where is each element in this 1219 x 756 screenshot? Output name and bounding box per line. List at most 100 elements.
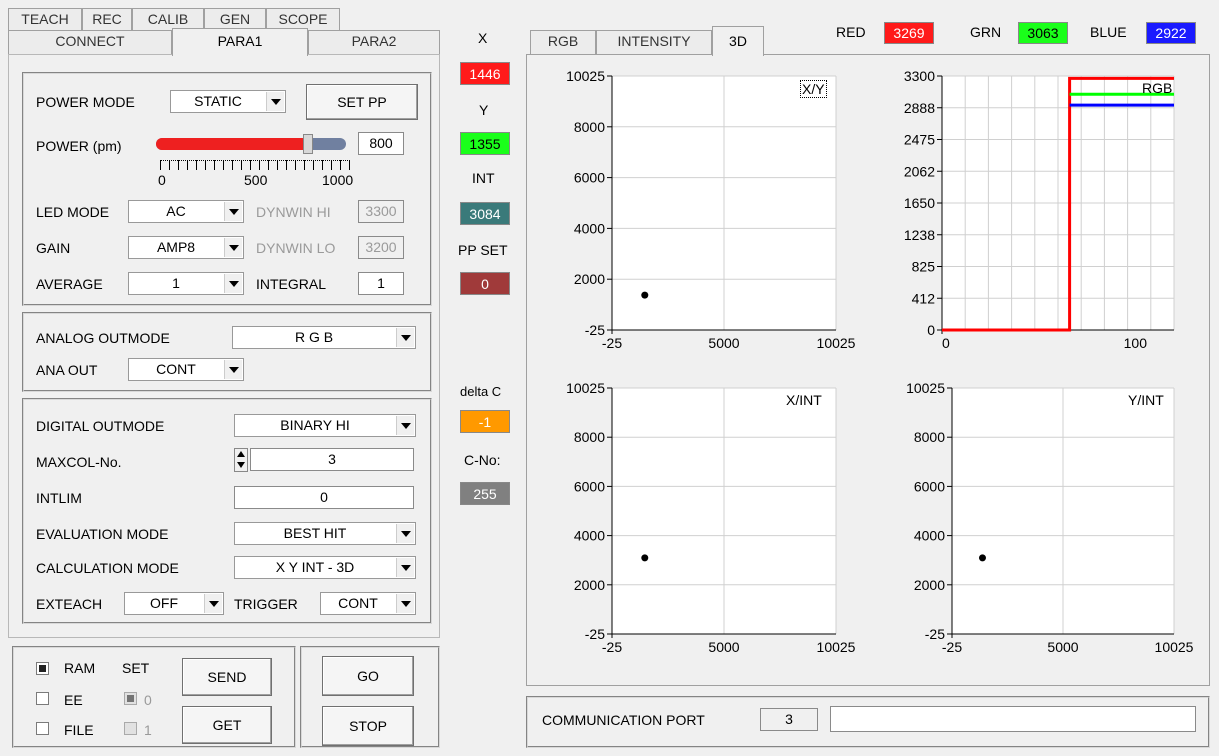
stepper-up-icon[interactable]: [237, 451, 245, 457]
rgb-plot: 3300 2888 2475 2062 1650 1238 825 412 0 0 100: [904, 68, 1175, 351]
tab-rec[interactable]: REC: [82, 8, 132, 30]
y-tick-label: 4000: [914, 528, 945, 544]
comm-status-field: [830, 706, 1196, 732]
set1-label: 1: [144, 722, 152, 738]
stepper-down-icon[interactable]: [237, 462, 245, 468]
y-tick-label: 825: [912, 259, 936, 275]
chevron-down-icon: [396, 594, 414, 613]
intlim-field[interactable]: 0: [234, 486, 414, 509]
intlim-label: INTLIM: [36, 490, 82, 506]
blue-label: BLUE: [1090, 24, 1127, 40]
x-tick-label: 100: [1124, 335, 1148, 351]
ram-checkbox[interactable]: [36, 662, 49, 675]
average-select[interactable]: 1: [128, 272, 244, 295]
led-mode-select[interactable]: AC: [128, 200, 244, 223]
y-tick-label: 8000: [574, 429, 605, 445]
set0-label: 0: [144, 692, 152, 708]
set0-checkbox: [124, 692, 137, 705]
exteach-select[interactable]: OFF: [124, 592, 224, 615]
x-tick-label: -25: [942, 639, 962, 655]
data-point: [978, 554, 986, 562]
analog-outmode-select[interactable]: R G B: [232, 326, 416, 349]
calculation-mode-label: CALCULATION MODE: [36, 560, 179, 576]
y-tick-label: 2475: [904, 132, 935, 148]
stop-button[interactable]: STOP: [322, 706, 414, 746]
yint-plot-title: Y/INT: [1128, 392, 1164, 408]
power-mode-label: POWER MODE: [36, 94, 135, 110]
set-label: SET: [122, 660, 150, 676]
tab-para2[interactable]: PARA2: [308, 30, 440, 54]
evaluation-mode-select[interactable]: BEST HIT: [234, 522, 416, 545]
ana-out-select[interactable]: CONT: [128, 358, 244, 381]
c-no-value: 255: [460, 482, 510, 505]
power-mode-select[interactable]: STATIC: [170, 90, 286, 113]
y-tick-label: 2000: [574, 577, 605, 593]
chevron-down-icon: [266, 92, 284, 111]
slider-tick-label: 1000: [322, 172, 354, 188]
send-button[interactable]: SEND: [182, 658, 272, 696]
tab-teach[interactable]: TEACH: [8, 8, 82, 30]
y-tick-label: 412: [912, 290, 936, 306]
power-label: POWER (pm): [36, 138, 122, 154]
file-label: FILE: [64, 722, 94, 738]
int-label: INT: [472, 170, 495, 186]
get-button[interactable]: GET: [182, 706, 272, 744]
dynwin-lo-field: 3200: [358, 236, 404, 259]
tab-gen[interactable]: GEN: [204, 8, 266, 30]
comm-port-field[interactable]: 3: [760, 708, 818, 731]
calculation-mode-select[interactable]: X Y INT - 3D: [234, 556, 416, 579]
x-tick-label: 5000: [1047, 639, 1078, 655]
dynwin-hi-label: DYNWIN HI: [256, 204, 331, 220]
gain-select[interactable]: AMP8: [128, 236, 244, 259]
set-pp-button[interactable]: SET PP: [306, 84, 418, 120]
tab-calib[interactable]: CALIB: [132, 8, 204, 30]
y-tick-label: 0: [927, 322, 935, 338]
y-tick-label: 8000: [914, 429, 945, 445]
comm-port-label: COMMUNICATION PORT: [542, 712, 705, 728]
x-tick-label: 5000: [708, 639, 739, 655]
c-no-label: C-No:: [464, 452, 501, 468]
chevron-down-icon: [224, 274, 242, 293]
tab-rgb[interactable]: RGB: [530, 30, 596, 54]
integral-field[interactable]: 1: [358, 272, 404, 295]
ee-checkbox[interactable]: [36, 692, 49, 705]
digital-outmode-label: DIGITAL OUTMODE: [36, 418, 165, 434]
tab-scope[interactable]: SCOPE: [266, 8, 340, 30]
y-tick-label: 3300: [904, 68, 935, 84]
ppset-value: 0: [460, 272, 510, 295]
grn-label: GRN: [970, 24, 1002, 40]
tab-connect[interactable]: CONNECT: [8, 30, 172, 54]
ee-label: EE: [64, 692, 83, 708]
dynwin-hi-field: 3300: [358, 200, 404, 223]
chevron-down-icon: [224, 238, 242, 257]
maxcol-field[interactable]: 3: [250, 448, 414, 471]
digital-outmode-select[interactable]: BINARY HI: [234, 414, 416, 437]
x-tick-label: 10025: [1155, 639, 1194, 655]
chevron-down-icon: [396, 328, 414, 347]
plot-svg: 3300 2888 2475 2062 1650 1238 825 412 00 100: [904, 68, 1175, 351]
set1-checkbox: [124, 722, 137, 735]
go-button[interactable]: GO: [322, 656, 414, 696]
rgb-plot-title: RGB: [1142, 80, 1173, 96]
y-label: Y: [479, 102, 489, 118]
trigger-select[interactable]: CONT: [320, 592, 416, 615]
maxcol-stepper[interactable]: [234, 448, 248, 472]
x-tick-label: 5000: [708, 335, 739, 351]
x-label: X: [478, 30, 488, 46]
file-checkbox[interactable]: [36, 722, 49, 735]
analog-outmode-label: ANALOG OUTMODE: [36, 330, 170, 346]
y-tick-label: 10025: [566, 380, 605, 396]
delta-c-label: delta C: [460, 384, 502, 399]
power-slider[interactable]: [156, 134, 348, 154]
red-value: 3269: [884, 22, 934, 44]
y-tick-label: 2000: [914, 577, 945, 593]
slider-thumb[interactable]: [303, 134, 313, 154]
power-value-field[interactable]: 800: [358, 132, 404, 155]
tab-para1[interactable]: PARA1: [172, 28, 308, 56]
x-tick-label: 0: [942, 335, 950, 351]
tab-intensity[interactable]: INTENSITY: [596, 30, 712, 54]
y-value: 1355: [460, 132, 510, 155]
integral-label: INTEGRAL: [256, 276, 327, 292]
slider-scale: [160, 160, 350, 170]
tab-3d[interactable]: 3D: [712, 26, 764, 56]
